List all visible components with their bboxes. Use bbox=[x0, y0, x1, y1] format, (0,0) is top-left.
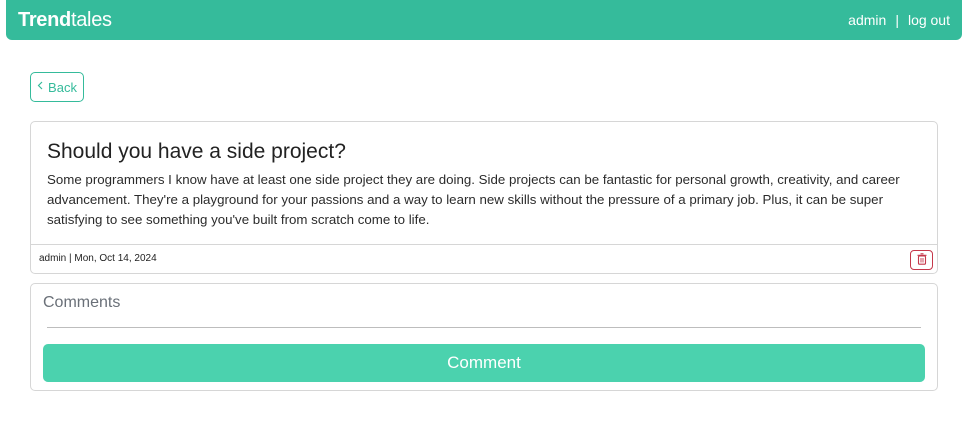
chevron-left-icon bbox=[37, 81, 43, 93]
brand-logo[interactable]: Trendtales bbox=[18, 8, 112, 32]
navbar: Trendtales admin | log out bbox=[6, 0, 962, 40]
comment-input[interactable] bbox=[47, 316, 921, 328]
back-button-label: Back bbox=[48, 79, 77, 95]
trash-icon bbox=[917, 252, 927, 268]
nav-user-area: admin | log out bbox=[848, 11, 950, 29]
brand-logo-bold: Trend bbox=[18, 9, 71, 31]
post-title: Should you have a side project? bbox=[47, 140, 346, 163]
nav-separator: | bbox=[895, 12, 899, 28]
post-body: Some programmers I know have at least on… bbox=[47, 172, 900, 227]
post-meta: admin | Mon, Oct 14, 2024 bbox=[39, 253, 157, 264]
comments-label: Comments bbox=[43, 294, 121, 311]
back-button[interactable]: Back bbox=[30, 72, 84, 102]
delete-post-button[interactable] bbox=[910, 250, 933, 270]
brand-logo-light: tales bbox=[70, 9, 112, 31]
comments-card: Comments Comment bbox=[30, 283, 938, 391]
comment-button[interactable]: Comment bbox=[43, 344, 925, 382]
post-footer: admin | Mon, Oct 14, 2024 bbox=[31, 244, 937, 274]
logout-link[interactable]: log out bbox=[908, 11, 950, 29]
nav-user-link[interactable]: admin bbox=[848, 11, 886, 29]
post-card: Should you have a side project? Some pro… bbox=[30, 121, 938, 274]
